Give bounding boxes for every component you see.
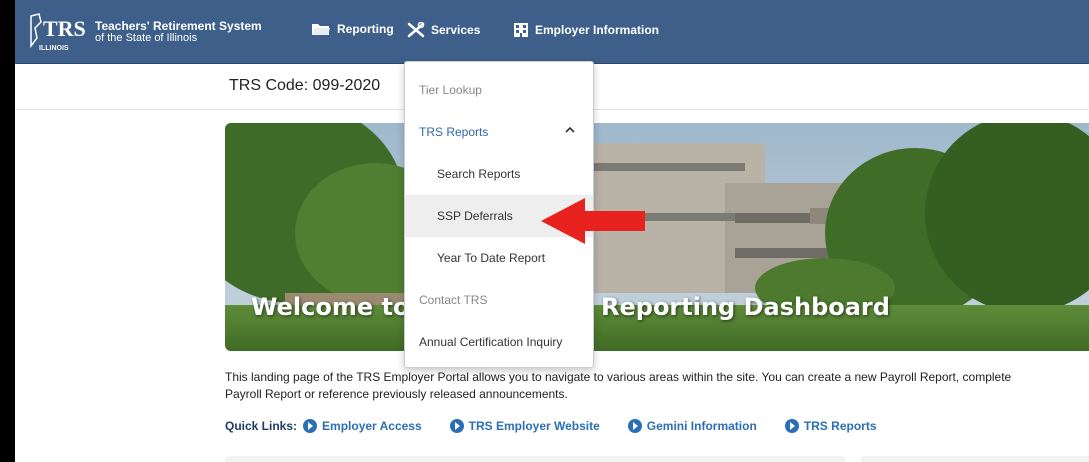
arrow-circle-icon bbox=[303, 419, 318, 433]
nav-services[interactable]: Services bbox=[407, 22, 480, 38]
intro-line-1: This landing page of the TRS Employer Po… bbox=[225, 370, 1012, 384]
quick-link-label: Gemini Information bbox=[646, 419, 757, 433]
quick-link-label: Employer Access bbox=[322, 419, 422, 433]
browser-page: TRS ILLINOIS Teachers' Retirement System… bbox=[15, 0, 1089, 462]
nav-reporting-label: Reporting bbox=[337, 22, 394, 36]
menu-item-contact-trs[interactable]: Contact TRS bbox=[405, 279, 593, 321]
menu-item-label: Year To Date Report bbox=[437, 251, 546, 265]
tools-icon bbox=[407, 22, 425, 38]
building-icon bbox=[514, 23, 528, 37]
menu-item-tier-lookup[interactable]: Tier Lookup bbox=[405, 69, 593, 111]
menu-item-label: Contact TRS bbox=[419, 293, 488, 307]
trs-code: TRS Code: 099-2020 bbox=[229, 77, 381, 94]
folder-icon bbox=[312, 24, 330, 35]
quick-link-label: TRS Reports bbox=[803, 419, 877, 433]
menu-item-label: TRS Reports bbox=[419, 125, 489, 139]
svg-text:ILLINOIS: ILLINOIS bbox=[39, 45, 69, 52]
banner-title-right: Reporting Dashboard bbox=[601, 293, 890, 321]
menu-item-label: Search Reports bbox=[437, 167, 521, 181]
nav-employer-information-label: Employer Information bbox=[535, 23, 660, 37]
quick-link-gemini-information[interactable]: Gemini Information bbox=[627, 419, 757, 433]
banner-title-left: Welcome to bbox=[251, 293, 410, 321]
quick-links: Quick Links: Employer Access TRS Employe… bbox=[225, 419, 905, 433]
menu-item-search-reports[interactable]: Search Reports bbox=[405, 153, 593, 195]
intro-text: This landing page of the TRS Employer Po… bbox=[225, 369, 1085, 403]
content-card bbox=[225, 456, 845, 462]
menu-item-label: Tier Lookup bbox=[419, 83, 482, 97]
content-card bbox=[861, 456, 1089, 462]
brand-line-1: Teachers' Retirement System bbox=[95, 19, 262, 33]
menu-item-label: SSP Deferrals bbox=[437, 209, 513, 223]
arrow-circle-icon bbox=[449, 419, 464, 433]
brand-line-2: of the State of Illinois bbox=[95, 32, 198, 44]
quick-link-label: TRS Employer Website bbox=[468, 419, 600, 433]
intro-line-2: Payroll Report or reference previously r… bbox=[225, 387, 568, 401]
nav-services-label: Services bbox=[431, 23, 481, 37]
chevron-up-icon bbox=[565, 126, 575, 133]
menu-item-trs-reports[interactable]: TRS Reports bbox=[405, 111, 593, 153]
quick-link-trs-reports[interactable]: TRS Reports bbox=[784, 419, 877, 433]
svg-text:TRS: TRS bbox=[43, 16, 86, 41]
nav-employer-information[interactable]: Employer Information bbox=[513, 22, 659, 38]
trs-logo[interactable]: TRS ILLINOIS bbox=[29, 12, 91, 52]
top-navigation-bar: TRS ILLINOIS Teachers' Retirement System… bbox=[15, 0, 1089, 64]
nav-reporting[interactable]: Reporting bbox=[311, 22, 394, 36]
welcome-banner: Welcome to Reporting Dashboard bbox=[225, 123, 1089, 351]
banner-title: Welcome to Reporting Dashboard bbox=[251, 293, 890, 321]
quick-link-trs-employer-website[interactable]: TRS Employer Website bbox=[449, 419, 600, 433]
arrow-circle-icon bbox=[784, 419, 799, 433]
quick-links-label: Quick Links: bbox=[225, 419, 298, 433]
quick-link-employer-access[interactable]: Employer Access bbox=[303, 419, 422, 433]
arrow-circle-icon bbox=[627, 419, 642, 433]
brand-name: Teachers' Retirement System of the State… bbox=[95, 20, 262, 44]
menu-item-label: Annual Certification Inquiry bbox=[419, 335, 563, 349]
red-arrow-annotation bbox=[541, 198, 645, 244]
menu-item-annual-certification-inquiry[interactable]: Annual Certification Inquiry bbox=[405, 321, 593, 363]
